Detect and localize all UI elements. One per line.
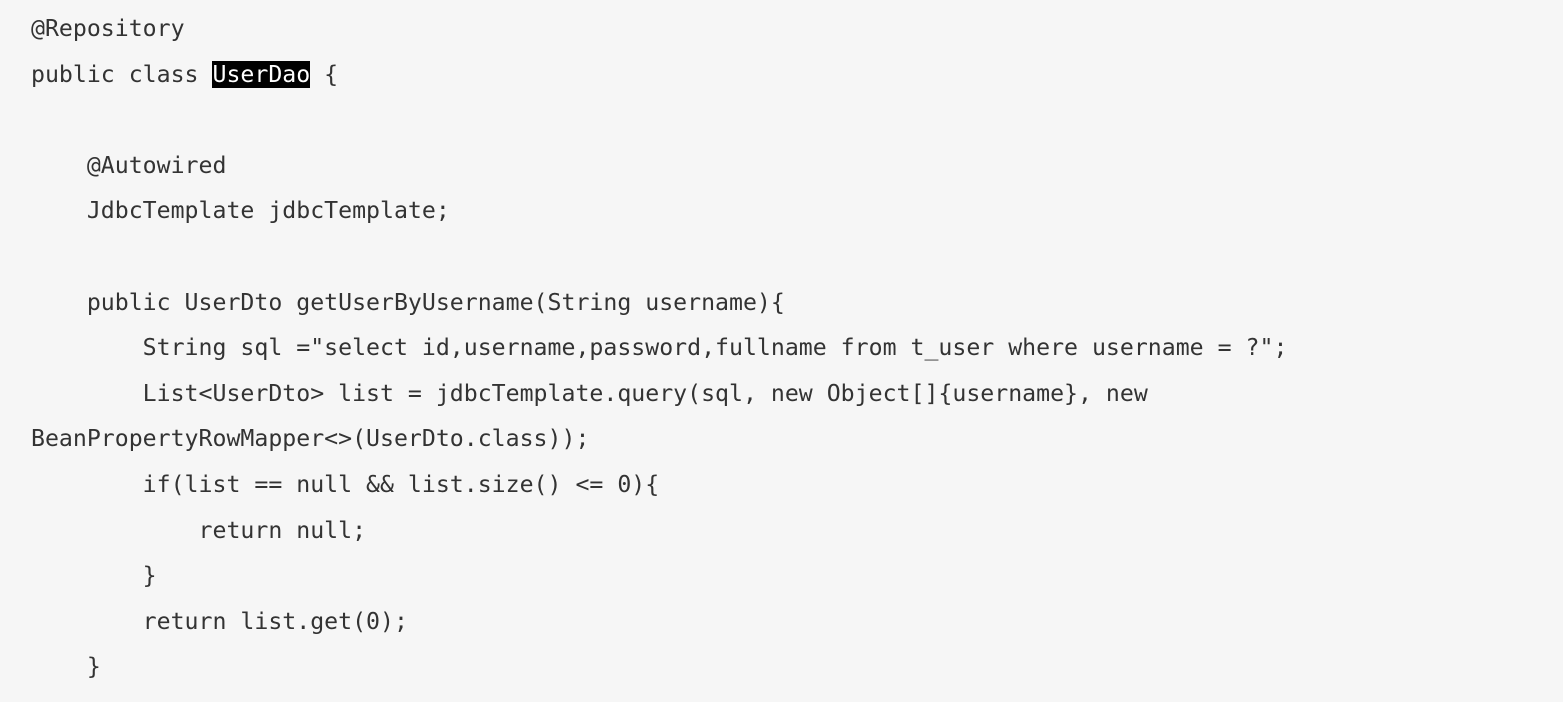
code-line-9: List<UserDto> list = jdbcTemplate.query(… [31,379,1148,407]
code-line-5: JdbcTemplate jdbcTemplate; [31,197,450,225]
selected-text[interactable]: UserDao [212,60,311,88]
code-line-7: public UserDto getUserByUsername(String … [31,288,785,316]
code-line-4: @Autowired [31,151,227,179]
code-line-15: } [31,653,101,681]
code-line-2: public class UserDao { [31,52,1563,98]
code-line-8: String sql ="select id,username,password… [31,334,1288,362]
code-line-2-prefix: public class [31,60,213,88]
code-line-10: BeanPropertyRowMapper<>(UserDto.class)); [31,425,590,453]
code-line-2-suffix: { [310,60,339,88]
code-line-11: if(list == null && list.size() <= 0){ [31,470,660,498]
code-line-1: @Repository [31,15,185,42]
code-line-13: } [31,562,157,590]
code-line-14: return list.get(0); [31,607,408,635]
code-line-12: return null; [31,516,367,544]
code-block: @Repository public class UserDao { @Auto… [0,0,1563,702]
